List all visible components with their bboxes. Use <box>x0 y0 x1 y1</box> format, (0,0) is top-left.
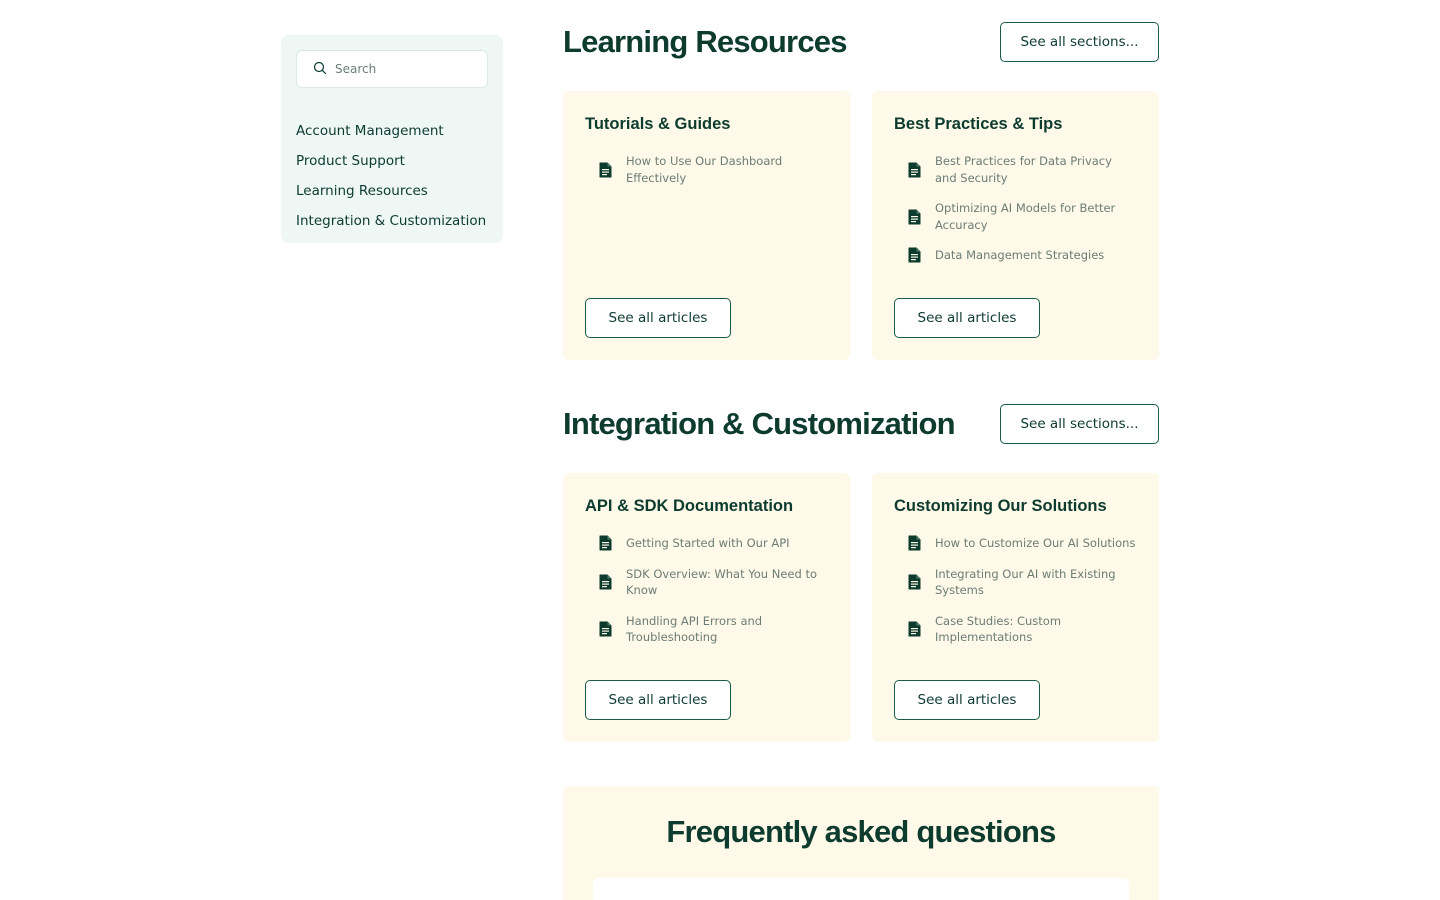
article-title: Handling API Errors and Troubleshooting <box>626 613 763 645</box>
category-card: API & SDK Documentation Getting Started … <box>563 473 850 742</box>
document-icon <box>908 535 921 551</box>
article-title: Integrating Our AI with Existing Systems <box>935 566 1116 598</box>
article-link[interactable]: Best Practices for Data Privacy and Secu… <box>894 153 1137 186</box>
card-title: Best Practices & Tips <box>894 115 1063 133</box>
section-header-integration-customization: Integration & Customization See all sect… <box>563 404 1159 444</box>
article-title: Best Practices for Data Privacy and Secu… <box>935 154 1112 185</box>
see-all-articles-button[interactable]: See all articles <box>585 298 731 338</box>
article-list: How to Customize Our AI Solutions Integr… <box>894 535 1137 646</box>
faq-title: Frequently asked questions <box>666 814 1056 849</box>
document-icon <box>908 574 921 590</box>
article-link[interactable]: How to Customize Our AI Solutions <box>894 535 1137 552</box>
article-link[interactable]: Getting Started with Our API <box>585 535 828 552</box>
category-card: Customizing Our Solutions How to Customi… <box>872 473 1159 742</box>
card-title: API & SDK Documentation <box>585 497 794 515</box>
article-list: How to Use Our Dashboard Effectively <box>585 153 828 186</box>
article-title: Data Management Strategies <box>935 248 1105 262</box>
category-card: Tutorials & Guides How to Use Our Dashbo… <box>563 91 850 360</box>
document-icon <box>908 621 921 637</box>
document-icon <box>599 574 612 590</box>
sidebar: Account Management Product Support Learn… <box>281 35 503 243</box>
see-all-sections-button[interactable]: See all sections... <box>1000 404 1159 444</box>
article-title: Optimizing AI Models for Better Accuracy <box>935 201 1116 232</box>
article-list: Best Practices for Data Privacy and Secu… <box>894 153 1137 264</box>
article-title: Getting Started with Our API <box>626 536 790 550</box>
article-link[interactable]: Data Management Strategies <box>894 247 1137 264</box>
sidebar-item-account-management[interactable]: Account Management <box>296 116 488 146</box>
article-link[interactable]: Integrating Our AI with Existing Systems <box>894 566 1137 599</box>
sidebar-nav: Account Management Product Support Learn… <box>296 116 488 236</box>
see-all-articles-button[interactable]: See all articles <box>585 680 731 720</box>
article-link[interactable]: How to Use Our Dashboard Effectively <box>585 153 828 186</box>
document-icon <box>599 535 612 551</box>
see-all-articles-button[interactable]: See all articles <box>894 298 1040 338</box>
category-card: Best Practices & Tips Best Practices for… <box>872 91 1159 360</box>
section-title: Integration & Customization <box>563 406 956 441</box>
faq-section: Frequently asked questions <box>563 786 1159 900</box>
section-title: Learning Resources <box>563 24 847 59</box>
sidebar-item-integration-customization[interactable]: Integration & Customization <box>296 206 488 236</box>
sidebar-item-learning-resources[interactable]: Learning Resources <box>296 176 488 206</box>
article-link[interactable]: Optimizing AI Models for Better Accuracy <box>894 200 1137 233</box>
sidebar-item-product-support[interactable]: Product Support <box>296 146 488 176</box>
document-icon <box>908 209 921 225</box>
faq-item[interactable] <box>593 878 1129 900</box>
article-title: SDK Overview: What You Need to Know <box>626 566 817 598</box>
article-title: How to Use Our Dashboard Effectively <box>626 154 783 185</box>
card-title: Customizing Our Solutions <box>894 497 1107 515</box>
article-link[interactable]: Case Studies: Custom Implementations <box>894 613 1137 646</box>
document-icon <box>908 162 921 178</box>
search-icon <box>313 60 327 79</box>
card-title: Tutorials & Guides <box>585 115 731 133</box>
document-icon <box>599 162 612 178</box>
search-input[interactable] <box>335 62 475 76</box>
document-icon <box>908 247 921 263</box>
article-list: Getting Started with Our API SDK Overvie… <box>585 535 828 646</box>
article-title: How to Customize Our AI Solutions <box>935 536 1136 550</box>
article-link[interactable]: SDK Overview: What You Need to Know <box>585 566 828 599</box>
article-link[interactable]: Handling API Errors and Troubleshooting <box>585 613 828 646</box>
article-title: Case Studies: Custom Implementations <box>935 613 1062 645</box>
see-all-sections-button[interactable]: See all sections... <box>1000 22 1159 62</box>
see-all-articles-button[interactable]: See all articles <box>894 680 1040 720</box>
document-icon <box>599 621 612 637</box>
search-box[interactable] <box>296 50 488 88</box>
section-header-learning-resources: Learning Resources See all sections... <box>563 22 1159 62</box>
